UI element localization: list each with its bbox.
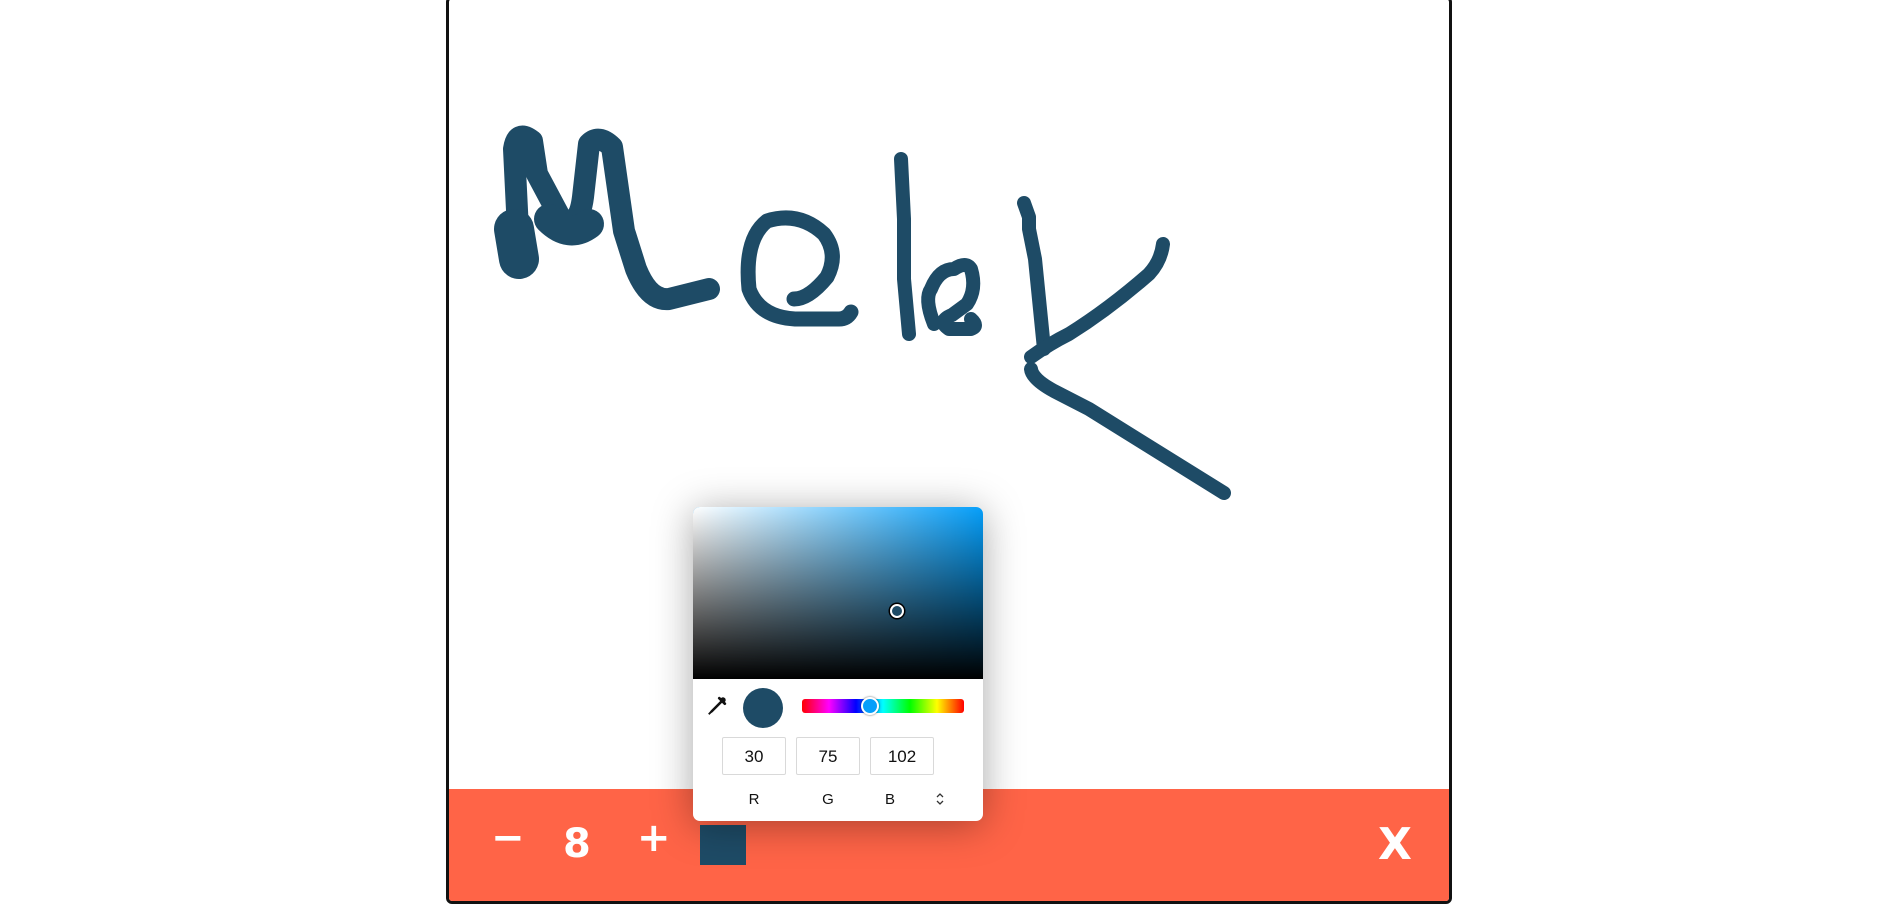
stroke-letter-l xyxy=(894,152,916,341)
color-swatch-button[interactable] xyxy=(700,825,746,865)
stroke-letter-k-arm xyxy=(1024,237,1170,364)
saturation-value-area[interactable] xyxy=(693,507,983,679)
increase-size-button[interactable]: + xyxy=(637,815,671,861)
stroke-letter-k-stem xyxy=(1017,196,1051,356)
stroke-letter-m-joint xyxy=(494,209,539,279)
stroke-letter-e2 xyxy=(921,258,982,336)
color-preview xyxy=(743,688,783,728)
hue-slider-thumb[interactable] xyxy=(861,697,879,715)
decrease-size-button[interactable]: − xyxy=(491,815,525,861)
stroke-letter-m-bulge xyxy=(534,204,604,246)
blue-input[interactable]: 102 xyxy=(870,737,934,775)
green-label: G xyxy=(822,791,834,808)
eyedropper-icon[interactable] xyxy=(706,695,728,717)
green-input[interactable]: 75 xyxy=(796,737,860,775)
brush-size-value: 8 xyxy=(563,821,591,867)
mode-toggle-icon[interactable] xyxy=(934,791,946,807)
stroke-letter-e1 xyxy=(740,210,859,327)
hue-slider[interactable] xyxy=(802,697,964,715)
close-button[interactable]: X xyxy=(1378,819,1412,870)
saturation-cursor[interactable] xyxy=(890,604,904,618)
red-input[interactable]: 30 xyxy=(722,737,786,775)
stroke-letter-k-leg xyxy=(1024,362,1231,500)
blue-label: B xyxy=(884,791,895,808)
red-label: R xyxy=(748,791,760,808)
color-picker-popup: 30 75 102 R G B xyxy=(693,507,983,821)
